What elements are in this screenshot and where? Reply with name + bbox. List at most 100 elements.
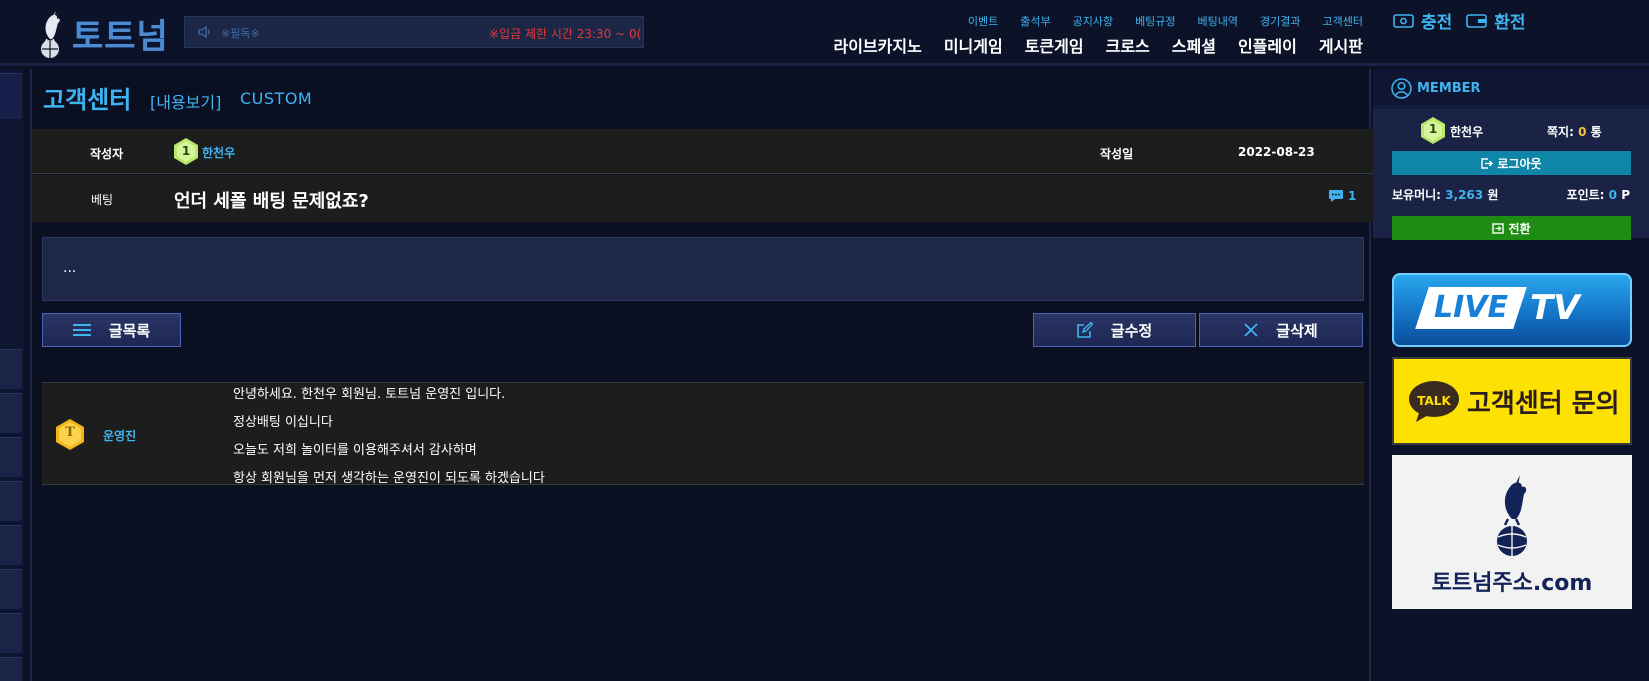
member-header: MEMBER: [1373, 69, 1649, 107]
close-icon: [1244, 323, 1258, 337]
view-label: [내용보기]: [150, 93, 222, 112]
talk-icon-text: TALK: [1417, 394, 1451, 408]
charge-label: 충전: [1421, 13, 1453, 33]
exchange-label: 환전: [1494, 13, 1526, 33]
live-text: LIVE: [1434, 290, 1508, 325]
point-label: 포인트:: [1566, 188, 1605, 202]
left-tab[interactable]: [0, 525, 22, 565]
author-label: 작성자: [90, 147, 124, 161]
post-date: 2022-08-23: [1238, 145, 1315, 159]
main-menu: 라이브카지노 미니게임 토큰게임 크로스 스페셜 인플레이 게시판: [833, 33, 1363, 57]
member-info: 1 한천우 쪽지: 0 통 로그아웃 보유머니: 3,263 원 포인트: 0 …: [1373, 108, 1649, 240]
edit-icon: [1076, 322, 1093, 338]
left-tab[interactable]: [0, 73, 22, 119]
menu-mini-game[interactable]: 미니게임: [944, 33, 1003, 57]
menu-inplay[interactable]: 인플레이: [1238, 33, 1297, 57]
list-button[interactable]: 글목록: [42, 313, 181, 347]
live-tv-banner[interactable]: LIVE TV: [1392, 273, 1632, 347]
post-body-text: ...: [63, 260, 77, 276]
top-link-rules[interactable]: 베팅규정: [1135, 13, 1175, 29]
post-body: ...: [42, 237, 1364, 301]
comment-line: 정상배팅 이십니다: [233, 415, 333, 430]
comment-count-value: 1: [1348, 189, 1357, 203]
message-count[interactable]: 쪽지: 0 통: [1547, 123, 1602, 140]
top-link-attendance[interactable]: 출석부: [1020, 13, 1050, 29]
comment-text: 안녕하세요. 한천우 회원님. 토트넘 운영진 입니다. 정상배팅 이십니다 오…: [233, 386, 545, 498]
site-header: 토트넘 ※필독※ ※입금 제한 시간 23:30 ~ 0( 이벤트 출석부 공지…: [0, 0, 1649, 66]
money-unit: 원: [1487, 188, 1499, 202]
author-level: 1: [181, 144, 191, 158]
cockerel-logo-icon: [1497, 475, 1527, 556]
category-label: CUSTOM: [240, 89, 313, 108]
top-links: 이벤트 출석부 공지사항 베팅규정 베팅내역 경기결과 고객센터: [968, 13, 1363, 29]
author-row: 작성자 1 한천우 작성일 2022-08-23: [32, 129, 1373, 174]
convert-icon: [1492, 222, 1505, 234]
message-label: 쪽지:: [1547, 125, 1574, 139]
staff-badge-letter: T: [65, 425, 75, 440]
tv-text: TV: [1530, 288, 1580, 328]
support-inquiry-text: 고객센터 문의: [1467, 389, 1620, 419]
left-tab[interactable]: [0, 569, 22, 609]
speaker-icon: [198, 25, 210, 39]
site-address-banner[interactable]: 토트넘주소.com: [1392, 455, 1632, 609]
left-tab[interactable]: [0, 657, 22, 681]
left-tab[interactable]: [0, 393, 22, 433]
top-link-support[interactable]: 고객센터: [1323, 13, 1363, 29]
comment-line: 안녕하세요. 한천우 회원님. 토트넘 운영진 입니다.: [233, 387, 506, 402]
menu-token-game[interactable]: 토큰게임: [1025, 33, 1084, 57]
post-subject: 언더 세폴 배팅 문제없죠?: [174, 191, 369, 212]
site-logo[interactable]: 토트넘: [30, 5, 169, 61]
point-value: 0: [1608, 188, 1618, 202]
member-name: 한천우: [1450, 125, 1484, 139]
message-unit: 통: [1590, 125, 1602, 139]
kakao-talk-banner[interactable]: TALK 고객센터 문의: [1392, 357, 1632, 445]
comment-line: 오늘도 저희 놀이터를 이용해주셔서 감사하며: [233, 443, 477, 458]
right-sidebar: MEMBER 1 한천우 쪽지: 0 통 로그아웃 보유머니: 3,263 원 …: [1373, 69, 1649, 681]
cash-buttons: 충전 환전: [1393, 8, 1526, 33]
category-tag: 베팅: [91, 193, 114, 207]
convert-button[interactable]: 전환: [1392, 216, 1631, 240]
logo-text: 토트넘: [72, 16, 169, 57]
comment-line: 항상 회원님을 먼저 생각하는 운영진이 되도록 하겠습니다: [233, 471, 545, 486]
exchange-button[interactable]: 환전: [1466, 8, 1526, 33]
edit-button-label: 글수정: [1110, 321, 1153, 340]
logout-button[interactable]: 로그아웃: [1392, 151, 1631, 175]
left-tab[interactable]: [0, 349, 22, 389]
comment-item: T 운영진 안녕하세요. 한천우 회원님. 토트넘 운영진 입니다. 정상배팅 …: [42, 382, 1364, 486]
delete-button[interactable]: 글삭제: [1199, 313, 1363, 347]
logout-label: 로그아웃: [1497, 156, 1542, 171]
comment-author: 운영진: [103, 429, 137, 443]
list-icon: [72, 324, 91, 336]
top-link-history[interactable]: 베팅내역: [1198, 13, 1238, 29]
banknote-icon: [1393, 13, 1414, 28]
top-link-results[interactable]: 경기결과: [1260, 13, 1300, 29]
message-count-value: 0: [1578, 125, 1587, 139]
point-balance: 포인트: 0 P: [1567, 186, 1630, 203]
author-name[interactable]: 한천우: [202, 144, 235, 161]
convert-label: 전환: [1508, 221, 1531, 236]
money-value: 3,263: [1445, 188, 1484, 202]
money-label: 보유머니:: [1392, 188, 1441, 202]
page-title: 고객센터: [43, 86, 132, 114]
live-badge: LIVE: [1415, 287, 1527, 329]
left-tab[interactable]: [0, 613, 22, 653]
money-balance: 보유머니: 3,263 원: [1392, 186, 1498, 203]
top-link-notice[interactable]: 공지사항: [1073, 13, 1113, 29]
comment-icon: [1329, 190, 1343, 202]
logout-icon: [1481, 157, 1494, 169]
list-button-label: 글목록: [108, 321, 151, 340]
edit-button[interactable]: 글수정: [1033, 313, 1196, 347]
top-link-event[interactable]: 이벤트: [968, 13, 998, 29]
left-quick-tabs: [0, 69, 24, 681]
left-tab[interactable]: [0, 437, 22, 477]
menu-live-casino[interactable]: 라이브카지노: [833, 33, 921, 57]
menu-special[interactable]: 스페셜: [1172, 33, 1216, 57]
wallet-icon: [1466, 13, 1488, 28]
menu-cross[interactable]: 크로스: [1106, 33, 1150, 57]
notice-mute-text: ※필독※: [221, 27, 260, 40]
charge-button[interactable]: 충전: [1393, 8, 1452, 33]
subject-row: 베팅 언더 세폴 배팅 문제없죠? 1: [32, 175, 1373, 222]
left-tab[interactable]: [0, 481, 22, 521]
comment-count: 1: [1328, 189, 1356, 203]
menu-board[interactable]: 게시판: [1319, 33, 1363, 57]
